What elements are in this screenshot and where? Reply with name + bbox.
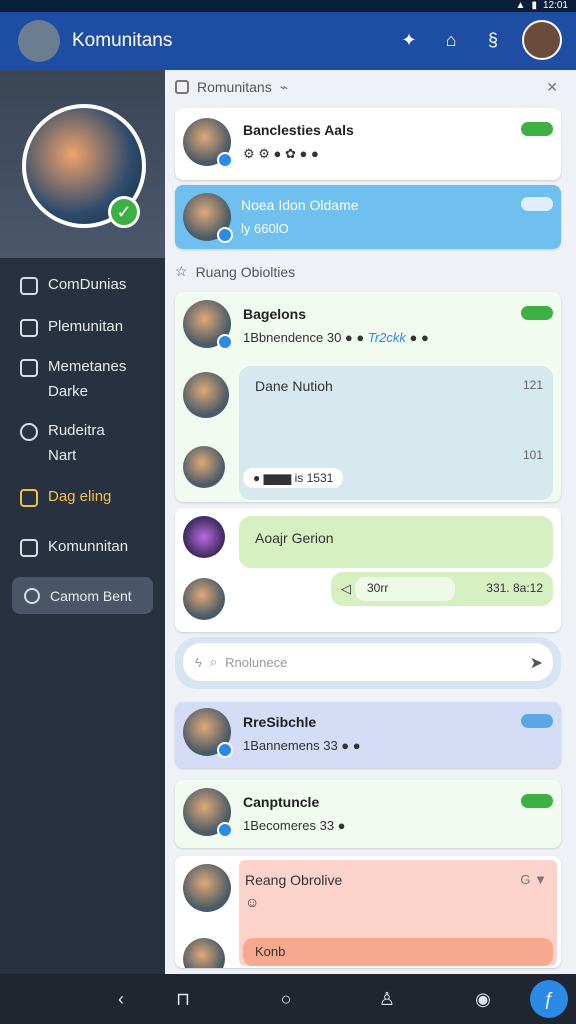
card-title: Banclesties Aals: [243, 122, 354, 138]
message-bubble[interactable]: Reang Obrolive ☺ G ▼ Konb: [239, 860, 557, 966]
folder-icon: [175, 80, 189, 94]
message-bubble[interactable]: Dane Nutioh 121 101 ● ▆▆▆ is 1531: [239, 366, 553, 500]
tag-icon[interactable]: ⌁: [280, 79, 288, 96]
checkbox-icon: [20, 489, 38, 507]
puzzle-icon[interactable]: ✦: [396, 27, 422, 53]
breadcrumb: Romunitans ⌁ ✕: [175, 76, 570, 98]
verified-icon: [217, 334, 233, 350]
card-avatar: [183, 516, 225, 558]
sidebar: ✓ ComDunias Plemunitan Memetanes Darke R…: [0, 70, 165, 974]
bolt-icon: ϟ: [195, 654, 202, 670]
search-field[interactable]: ϟ ⌕ Rnolunece: [183, 643, 553, 681]
community-card[interactable]: RreSibchle 1Bannemens 33 ● ●: [175, 702, 561, 768]
sidebar-item-media[interactable]: Memetanes Darke: [20, 358, 126, 400]
community-card[interactable]: Canptuncle 1Becomeres 33 ●: [175, 780, 561, 848]
chat-icon: [20, 539, 38, 557]
status-badge: [521, 122, 553, 136]
profile-avatar[interactable]: [522, 20, 562, 60]
sidebar-item-tasks[interactable]: Dag eling: [20, 488, 111, 507]
bottom-nav: ‹ ⊓ ○ ♙ ◉ ƒ: [0, 974, 576, 1024]
close-icon[interactable]: ✕: [546, 79, 558, 96]
verified-icon: [217, 152, 233, 168]
reply-bubble[interactable]: ◁ 30rr 331. 8a:12: [331, 572, 553, 606]
verified-icon: [217, 742, 233, 758]
verified-check-icon: ✓: [108, 196, 140, 228]
search-icon: ⌕: [209, 654, 218, 669]
card-avatar: [183, 193, 233, 243]
community-card-selected[interactable]: Noea Idon Oldame ly 660lO: [175, 185, 561, 249]
reply-avatar: [183, 938, 225, 968]
reply-avatar: [183, 578, 225, 620]
thread-card[interactable]: Aoajr Gerion ◁ 30rr 331. 8a:12: [175, 508, 561, 632]
community-card[interactable]: Banclesties Aals ⚙ ⚙ ● ✿ ● ●: [175, 108, 561, 180]
search-bar: ϟ ⌕ Rnolunece ➤: [175, 637, 561, 689]
card-title: Canptuncle: [243, 794, 320, 810]
home-icon[interactable]: ⌂: [438, 27, 464, 53]
person-icon[interactable]: ♙: [376, 988, 398, 1010]
card-title: Noea Idon Oldame: [241, 197, 359, 213]
reply-avatar: [183, 446, 225, 488]
verified-icon: [217, 822, 233, 838]
sidebar-item-members[interactable]: Plemunitan: [20, 318, 123, 337]
card-subtitle: 1Becomeres 33 ●: [243, 818, 346, 833]
filter-icon[interactable]: G ▼: [520, 872, 547, 887]
card-subtitle: 1Bbnendence 30 ● ● Tr2ckk ● ●: [243, 330, 429, 345]
card-title: RreSibchle: [243, 714, 317, 730]
signal-icon: ▲: [515, 0, 526, 11]
battery-icon: ▮: [531, 0, 537, 11]
card-avatar: [183, 300, 233, 350]
card-title: Bagelons: [243, 306, 307, 322]
star-icon: ☆: [175, 263, 188, 279]
app-bar: Komunitans ✦ ⌂ §: [0, 12, 576, 70]
image-icon: [20, 359, 38, 377]
card-avatar: [183, 118, 233, 168]
thread-card[interactable]: Bagelons 1Bbnendence 30 ● ● Tr2ckk ● ● D…: [175, 292, 561, 502]
status-badge: [521, 197, 553, 211]
status-badge: [521, 794, 553, 808]
sidebar-item-chat[interactable]: Komunnitan: [20, 538, 128, 557]
card-subtitle: 1Bannemens 33 ● ●: [243, 738, 361, 753]
verified-icon: [217, 227, 233, 243]
page-icon: [20, 319, 38, 337]
section-heading: ☆ Ruang Obiolties: [175, 263, 296, 280]
status-time: 12:01: [542, 0, 568, 11]
refresh-icon: [24, 587, 40, 604]
reply-avatar: [183, 372, 229, 418]
card-avatar: [183, 708, 233, 758]
message-bubble[interactable]: Aoajr Gerion: [239, 516, 553, 568]
sidebar-item-communities[interactable]: ComDunias: [20, 276, 126, 295]
card-avatar: [183, 864, 231, 912]
record-icon[interactable]: ◉: [472, 988, 494, 1010]
doc-icon: [20, 277, 38, 295]
status-badge: [521, 714, 553, 728]
create-community-button[interactable]: Camom Bent: [12, 577, 153, 614]
thread-card[interactable]: Reang Obrolive ☺ G ▼ Konb: [175, 856, 561, 968]
send-icon[interactable]: ➤: [530, 653, 543, 673]
gear-icon: [20, 423, 38, 441]
card-avatar: [183, 788, 233, 838]
status-bar: ▲ ▮ 12:01: [0, 0, 576, 12]
app-title: Komunitans: [72, 30, 173, 51]
attachment-chip[interactable]: ● ▆▆▆ is 1531: [243, 468, 344, 488]
compose-button[interactable]: ƒ: [530, 980, 568, 1018]
profile-hero: ✓: [0, 70, 165, 258]
card-subtitle: ly 660lO: [241, 221, 289, 236]
link-icon[interactable]: §: [480, 27, 506, 53]
main-panel: Romunitans ⌁ ✕ Banclesties Aals ⚙ ⚙ ● ✿ …: [165, 70, 576, 974]
home-circle-icon[interactable]: ○: [275, 988, 297, 1010]
reply-icon: ◁: [341, 581, 351, 596]
back-icon[interactable]: ‹: [110, 988, 132, 1010]
emoji-row: ⚙ ⚙ ● ✿ ● ●: [243, 146, 319, 161]
app-avatar[interactable]: [18, 20, 60, 62]
status-badge: [521, 306, 553, 320]
bag-icon[interactable]: ⊓: [172, 988, 194, 1010]
sidebar-item-settings[interactable]: Rudeitra Nart: [20, 422, 105, 464]
